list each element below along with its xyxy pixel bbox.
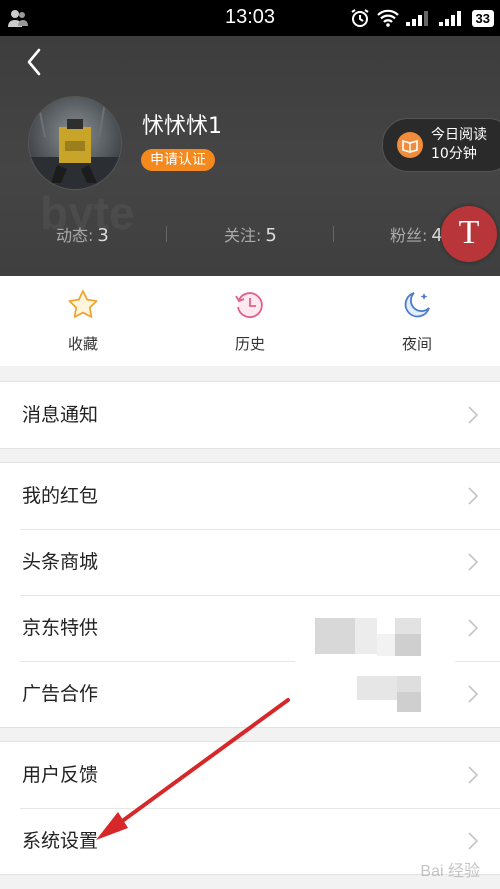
history-clock-icon: [235, 292, 263, 319]
redaction-mosaic: [295, 612, 455, 724]
stat-posts-label: 动态:: [56, 226, 94, 245]
chevron-right-icon: [468, 406, 478, 424]
stat-following[interactable]: 关注: 5: [224, 222, 277, 246]
menu-group-settings: 用户反馈 系统设置: [0, 741, 500, 875]
menu-group-notifications: 消息通知: [0, 381, 500, 449]
menu-item-label: 我的红包: [22, 485, 99, 507]
chevron-right-icon: [468, 685, 478, 703]
chevron-right-icon: [468, 832, 478, 850]
menu-item-mall[interactable]: 头条商城: [0, 529, 500, 595]
wifi-icon: [376, 9, 399, 27]
status-bar: 13:03 33: [0, 0, 500, 36]
menu-item-label: 系统设置: [22, 830, 99, 852]
stat-following-value: 5: [265, 225, 277, 246]
username: 怵怵怵1: [142, 114, 222, 139]
profile-header: byte 怵怵怵1 申请认证 今日阅读 10分钟 动态: 3 关注: 5 粉丝:…: [0, 36, 500, 276]
stat-following-label: 关注:: [224, 226, 262, 245]
profile-stats: 动态: 3 关注: 5 粉丝: 4: [0, 222, 500, 246]
favorites-button[interactable]: 收藏: [0, 276, 166, 366]
favorites-label: 收藏: [67, 335, 98, 353]
verify-button[interactable]: 申请认证: [141, 149, 215, 171]
avatar-image: [29, 102, 121, 189]
menu-item-feedback[interactable]: 用户反馈: [0, 742, 500, 808]
history-label: 历史: [234, 335, 265, 353]
chevron-right-icon: [468, 487, 478, 505]
stat-divider: [166, 226, 167, 242]
history-button[interactable]: 历史: [167, 276, 333, 366]
reading-badge-title: 今日阅读: [431, 127, 487, 143]
chevron-right-icon: [468, 766, 478, 784]
watermark: Bai 经验: [420, 863, 480, 880]
avatar[interactable]: [28, 96, 122, 190]
menu-item-red-packet[interactable]: 我的红包: [0, 463, 500, 529]
stat-divider: [333, 226, 334, 242]
alarm-icon: [350, 9, 369, 27]
menu-item-label: 头条商城: [22, 551, 99, 573]
stat-posts-value: 3: [97, 225, 109, 246]
signal-icon: [405, 11, 428, 26]
menu-item-label: 消息通知: [22, 404, 99, 426]
signal-icon-secondary: [438, 11, 461, 26]
night-moon-icon: [404, 292, 430, 318]
night-mode-button[interactable]: 夜间: [334, 276, 500, 366]
star-icon: [68, 290, 98, 318]
stat-followers[interactable]: 粉丝: 4: [390, 222, 443, 246]
open-book-icon: [397, 132, 423, 158]
battery-level: 33: [471, 9, 494, 27]
menu-item-label: 京东特供: [22, 617, 99, 639]
floating-action-button[interactable]: T: [441, 206, 497, 262]
chevron-right-icon: [468, 553, 478, 571]
reading-time-badge[interactable]: 今日阅读 10分钟: [382, 118, 500, 172]
reading-badge-minutes: 10分钟: [431, 146, 477, 162]
menu-item-label: 用户反馈: [22, 764, 99, 786]
menu-item-label: 广告合作: [22, 683, 99, 705]
quick-actions-bar: 收藏 历史 夜间: [0, 276, 500, 366]
menu-item-notifications[interactable]: 消息通知: [0, 382, 500, 448]
stat-followers-label: 粉丝:: [390, 226, 428, 245]
chevron-right-icon: [468, 619, 478, 637]
back-arrow-icon[interactable]: [20, 44, 50, 80]
stat-posts[interactable]: 动态: 3: [56, 222, 109, 246]
night-mode-label: 夜间: [401, 335, 432, 353]
